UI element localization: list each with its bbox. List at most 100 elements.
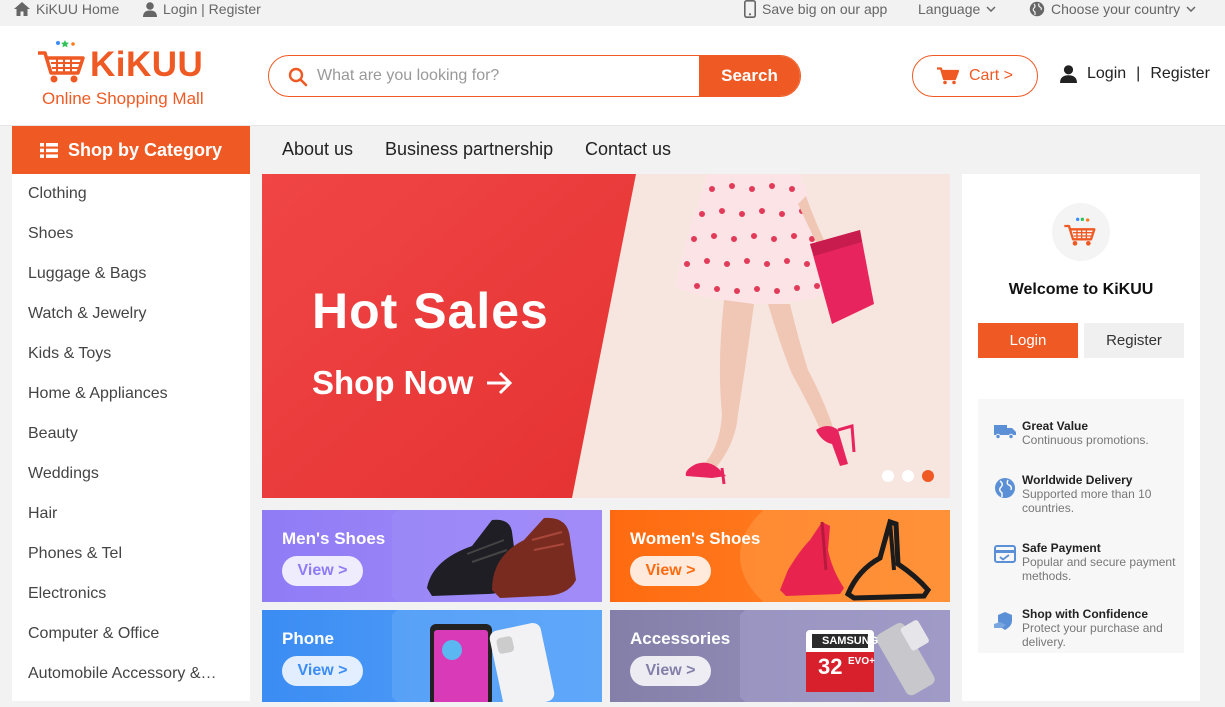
topbar-login-register-link[interactable]: Login | Register (143, 0, 261, 18)
header-separator: | (1136, 65, 1141, 82)
category-item-computer-office[interactable]: Computer & Office (28, 614, 228, 654)
cart-icon (936, 67, 959, 85)
nav-contact-us[interactable]: Contact us (585, 139, 671, 160)
category-list: Clothing Shoes Luggage & Bags Watch & Je… (12, 174, 250, 701)
language-label: Language (918, 1, 981, 17)
promo-tile-accessories[interactable]: SAMSUNG 32 EVO+ Accessories View > (610, 610, 950, 702)
banner-cta-label: Shop Now (312, 364, 474, 401)
top-bar: KiKUU Home Login | Register Save big on … (0, 0, 1225, 26)
view-button[interactable]: View > (630, 556, 711, 586)
features-list: Great Value Continuous promotions. World… (978, 399, 1184, 653)
search-input[interactable] (317, 56, 697, 96)
mens-shoes-illustration (392, 510, 602, 602)
logo-tagline: Online Shopping Mall (42, 89, 204, 108)
carousel-dot[interactable] (882, 470, 894, 482)
promo-tile-womens-shoes[interactable]: Women's Shoes View > (610, 510, 950, 602)
cart-button[interactable]: Cart > (912, 55, 1038, 97)
carousel-dots (882, 470, 934, 482)
category-item-watch-jewelry[interactable]: Watch & Jewelry (28, 294, 228, 334)
view-button[interactable]: View > (282, 656, 363, 686)
home-icon (14, 2, 30, 16)
category-item-electronics[interactable]: Electronics (28, 574, 228, 614)
tile-title: Men's Shoes (282, 529, 386, 548)
feature-desc: Protect your purchase and delivery. (1022, 621, 1163, 649)
category-item-beauty[interactable]: Beauty (28, 414, 228, 454)
evo-card-label: EVO+ (848, 656, 875, 667)
truck-icon (994, 425, 1016, 439)
app-promo-label: Save big on our app (762, 1, 888, 17)
feature-desc: Continuous promotions. (1022, 433, 1149, 447)
tile-title: Women's Shoes (630, 529, 761, 548)
feature-title: Shop with Confidence (1022, 607, 1148, 621)
category-item-phones-tel[interactable]: Phones & Tel (28, 534, 228, 574)
user-icon (143, 1, 157, 17)
category-item-luggage-bags[interactable]: Luggage & Bags (28, 254, 228, 294)
header: KiKUU Online Shopping Mall Search Cart >… (0, 26, 1225, 126)
logo[interactable]: KiKUU Online Shopping Mall (36, 39, 216, 111)
fashion-model-illustration (674, 174, 874, 485)
view-button[interactable]: View > (282, 556, 363, 586)
view-button[interactable]: View > (630, 656, 711, 686)
category-item-automobile-accessory[interactable]: Automobile Accessory &… (28, 654, 228, 694)
promo-tile-phone[interactable]: Phone View > (262, 610, 602, 702)
carousel-dot-active[interactable] (922, 470, 934, 482)
globe-icon (995, 478, 1015, 498)
home-link[interactable]: KiKUU Home (14, 0, 119, 18)
hero-banner[interactable]: Hot Sales Shop Now (262, 174, 950, 498)
feature-title: Worldwide Delivery (1022, 473, 1133, 487)
evo-card-capacity: 32 (818, 654, 843, 679)
nav-business-partnership[interactable]: Business partnership (385, 139, 553, 160)
search-icon (288, 67, 308, 87)
category-item-clothing[interactable]: Clothing (28, 174, 228, 214)
tile-title: Accessories (630, 629, 731, 648)
category-item-home-appliances[interactable]: Home & Appliances (28, 374, 228, 414)
tile-title: Phone (282, 629, 334, 648)
user-icon (1060, 65, 1077, 83)
shield-hand-icon (994, 612, 1012, 630)
panel-login-button[interactable]: Login (978, 323, 1078, 358)
feature-title: Great Value (1022, 419, 1089, 433)
shopping-cart-logo-icon (38, 40, 85, 83)
nav-about-us[interactable]: About us (282, 139, 353, 160)
category-item-hair[interactable]: Hair (28, 494, 228, 534)
phone-icon (744, 0, 756, 18)
feature-title: Safe Payment (1022, 541, 1101, 555)
home-link-label: KiKUU Home (36, 1, 120, 17)
search-button[interactable]: Search (699, 56, 800, 96)
promo-tile-mens-shoes[interactable]: Men's Shoes View > (262, 510, 602, 602)
category-item-shoes[interactable]: Shoes (28, 214, 228, 254)
cart-label: Cart > (968, 67, 1013, 84)
list-icon (40, 142, 58, 158)
globe-icon (1029, 1, 1045, 17)
country-dropdown[interactable]: Choose your country (1029, 0, 1196, 18)
samsung-card-brand: SAMSUNG (822, 635, 879, 647)
header-register-link[interactable]: Register (1150, 65, 1210, 83)
category-item-weddings[interactable]: Weddings (28, 454, 228, 494)
carousel-dot[interactable] (902, 470, 914, 482)
country-label: Choose your country (1051, 1, 1181, 17)
womens-shoes-illustration (740, 510, 950, 602)
phones-illustration (392, 610, 602, 702)
logo-name: KiKUU (90, 45, 204, 84)
category-item-kids-toys[interactable]: Kids & Toys (28, 334, 228, 374)
welcome-heading: Welcome to KiKUU (1008, 281, 1154, 298)
language-dropdown[interactable]: Language (918, 0, 996, 18)
feature-desc: Supported more than 10 countries. (1022, 487, 1152, 515)
chevron-down-icon (986, 6, 996, 12)
shop-by-category-label: Shop by Category (68, 139, 223, 160)
search-bar: Search (268, 55, 801, 97)
shopping-cart-logo-icon (1064, 217, 1096, 246)
shop-by-category-header[interactable]: Shop by Category (12, 126, 250, 174)
banner-title: Hot Sales (312, 283, 549, 339)
app-promo-link[interactable]: Save big on our app (744, 0, 887, 18)
panel-register-button[interactable]: Register (1084, 323, 1184, 358)
chevron-down-icon (1186, 6, 1196, 12)
header-login-link[interactable]: Login (1087, 65, 1126, 83)
arrow-right-icon (487, 371, 513, 395)
card-icon (994, 545, 1016, 563)
header-account: Login | Register (1060, 65, 1210, 83)
topbar-login-register-label: Login | Register (163, 1, 261, 17)
accessories-illustration (740, 610, 950, 702)
feature-desc: Popular and secure payment methods. (1022, 555, 1176, 583)
banner-shop-now-link[interactable]: Shop Now (312, 364, 513, 402)
